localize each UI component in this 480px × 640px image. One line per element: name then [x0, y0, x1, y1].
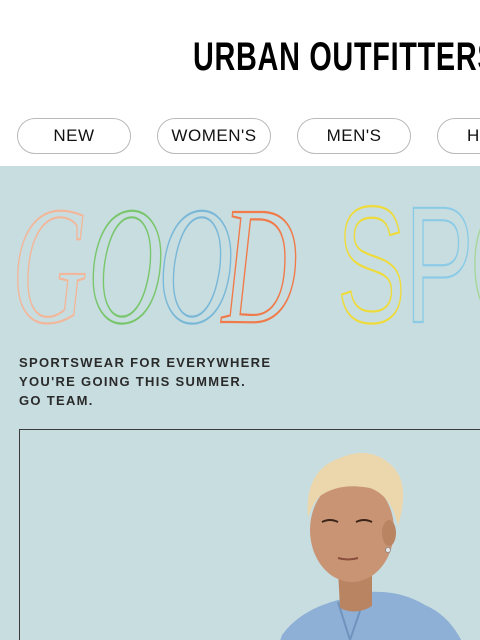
headline-letter-o1: O — [88, 173, 163, 341]
nav-item-mens[interactable]: MEN'S — [297, 118, 411, 154]
site-header: URBAN OUTFITTERS — [0, 0, 480, 110]
model-photo-illustration — [280, 452, 462, 640]
earring — [385, 547, 391, 553]
tagline-line-3: GO TEAM. — [19, 393, 94, 408]
headline-letter-g: G — [12, 173, 87, 341]
headline-letter-p: P — [405, 173, 474, 341]
hero-photo[interactable] — [19, 429, 480, 640]
nav-item-womens[interactable]: WOMEN'S — [157, 118, 271, 154]
headline-letter-d: D — [221, 173, 298, 341]
nav-item-new[interactable]: NEW — [17, 118, 131, 154]
nav-item-home[interactable]: H — [437, 118, 480, 154]
ear-shape — [382, 520, 396, 546]
hero-tagline: SPORTSWEAR FOR EVERYWHERE YOU'RE GOING T… — [19, 353, 271, 410]
headline-letter-s: S — [337, 173, 406, 341]
hero-banner[interactable]: G O O D S P O SPORTSWEAR FOR EVERYWHERE … — [0, 166, 480, 640]
hero-headline: G O O D S P O — [11, 172, 480, 341]
category-nav: NEW WOMEN'S MEN'S H — [0, 110, 480, 166]
tagline-line-2: YOU'RE GOING THIS SUMMER. — [19, 374, 246, 389]
headline-letter-o3: O — [470, 173, 480, 341]
brand-logo[interactable]: URBAN OUTFITTERS — [193, 31, 480, 83]
tagline-line-1: SPORTSWEAR FOR EVERYWHERE — [19, 355, 272, 370]
